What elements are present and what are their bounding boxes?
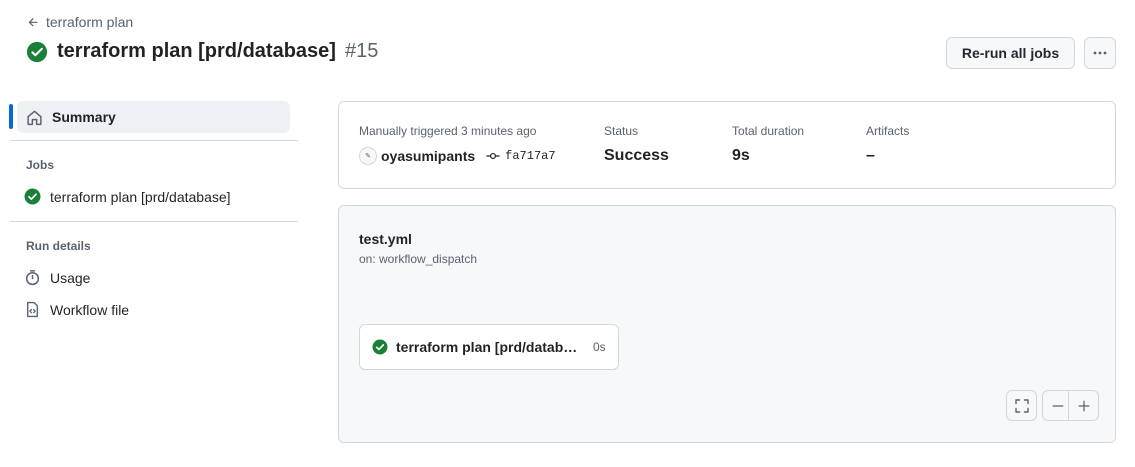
- sidebar-item-workflow-file[interactable]: Workflow file: [24, 301, 129, 318]
- back-link[interactable]: terraform plan: [27, 14, 133, 30]
- trigger-label: Manually triggered 3 minutes ago: [359, 124, 537, 138]
- artifacts-field: Artifacts –: [866, 124, 909, 165]
- sidebar-divider: [10, 140, 298, 141]
- username-link[interactable]: oyasumipants: [381, 148, 475, 164]
- duration-label: Total duration: [732, 124, 805, 138]
- zoom-in-button[interactable]: [1068, 390, 1099, 421]
- sidebar-item-job[interactable]: terraform plan [prd/database]: [24, 188, 231, 205]
- run-number: #15: [344, 40, 379, 62]
- commit-sha: fa717a7: [505, 149, 556, 163]
- plus-icon: [1078, 400, 1089, 411]
- back-link-label: terraform plan: [46, 14, 134, 30]
- sidebar-divider: [10, 221, 298, 222]
- run-details-heading: Run details: [26, 239, 91, 253]
- git-commit-icon: [486, 152, 500, 160]
- workflow-trigger: on: workflow_dispatch: [359, 252, 478, 266]
- sidebar-item-label: terraform plan [prd/database]: [50, 188, 231, 205]
- status-value: Success: [604, 147, 669, 164]
- duration-value: 9s: [732, 147, 750, 164]
- screen-full-icon: [1014, 398, 1029, 413]
- fullscreen-button[interactable]: [1006, 390, 1037, 421]
- run-title: terraform plan [prd/database]: [57, 40, 336, 62]
- status-label: Status: [604, 124, 639, 138]
- sidebar-item-label: Usage: [50, 269, 91, 286]
- kebab-horizontal-icon: [1093, 51, 1107, 55]
- stopwatch-icon: [25, 270, 40, 286]
- duration-field: Total duration 9s: [732, 124, 804, 165]
- sidebar-item-label: Workflow file: [50, 301, 130, 318]
- artifacts-value: –: [866, 147, 875, 164]
- page-title: terraform plan [prd/database] #15: [26, 40, 378, 63]
- workflow-graph: test.yml on: workflow_dispatch terraform…: [338, 205, 1116, 443]
- job-node[interactable]: terraform plan [prd/database] 0s: [359, 324, 619, 370]
- sidebar-item-usage[interactable]: Usage: [24, 269, 90, 286]
- job-node-duration: 0s: [593, 340, 606, 354]
- status-field: Status Success: [604, 124, 669, 165]
- check-circle-fill-icon: [26, 41, 48, 62]
- check-circle-fill-icon: [24, 188, 41, 205]
- file-code-icon: [27, 301, 38, 318]
- home-icon: [27, 110, 42, 125]
- run-summary-card: Manually triggered 3 minutes ago ✎ oyasu…: [338, 101, 1116, 189]
- sidebar-item-summary[interactable]: Summary: [17, 101, 290, 133]
- active-indicator: [9, 104, 13, 129]
- avatar[interactable]: ✎: [359, 147, 377, 165]
- job-node-name: terraform plan [prd/database]: [396, 339, 585, 355]
- dash-icon: [1052, 404, 1063, 407]
- check-circle-fill-icon: [372, 339, 388, 355]
- jobs-heading: Jobs: [26, 158, 55, 172]
- trigger-info: Manually triggered 3 minutes ago ✎ oyasu…: [359, 124, 556, 165]
- commit-link[interactable]: fa717a7: [486, 149, 556, 163]
- rerun-all-jobs-button[interactable]: Re-run all jobs: [946, 37, 1075, 69]
- arrow-left-icon: [28, 17, 38, 26]
- sidebar-item-label: Summary: [52, 109, 116, 125]
- more-options-button[interactable]: [1084, 37, 1116, 69]
- workflow-file-name: test.yml: [359, 231, 412, 247]
- artifacts-label: Artifacts: [866, 124, 910, 138]
